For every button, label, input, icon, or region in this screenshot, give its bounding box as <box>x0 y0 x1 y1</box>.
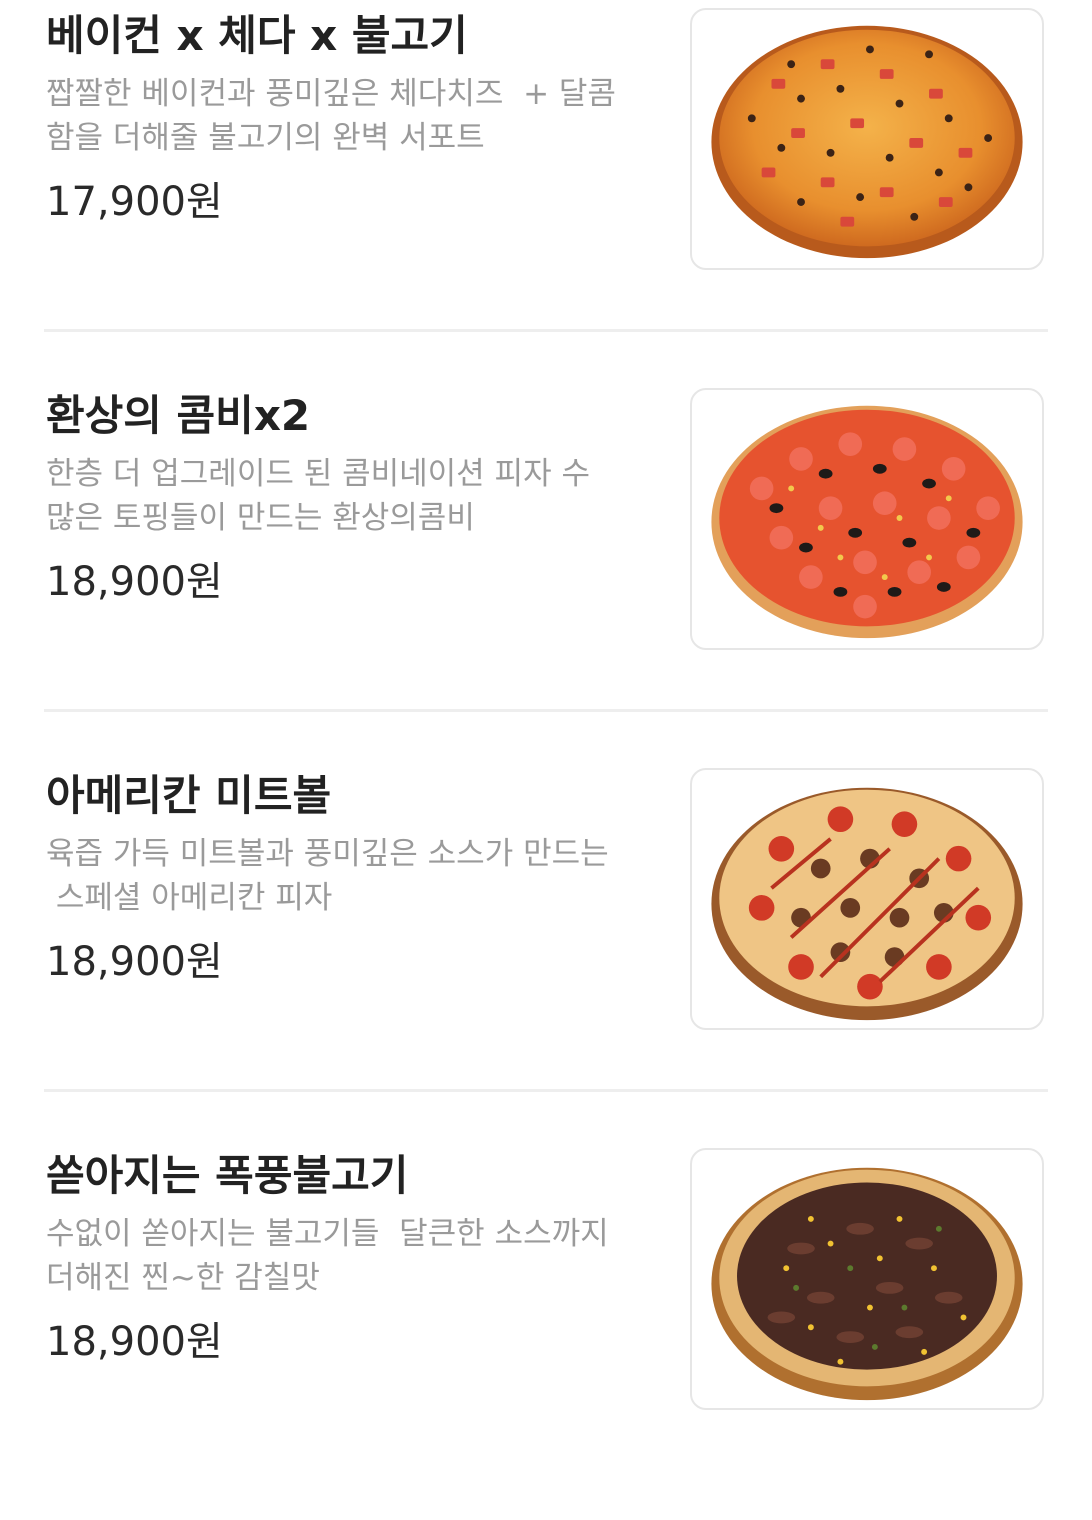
menu-item[interactable]: 베이컨 x 체다 x 불고기 짭짤한 베이컨과 풍미깊은 체다치즈 + 달콤 함… <box>0 0 1092 380</box>
menu-item-description: 수없이 쏟아지는 불고기들 달큰한 소스까지 더해진 찐~한 감칠맛 <box>46 1216 609 1296</box>
divider <box>44 1089 1048 1092</box>
menu-item-description: 육즙 가득 미트볼과 풍미깊은 소스가 만드는 스페셜 아메리칸 피자 <box>46 836 609 916</box>
menu-item-price: 18,900원 <box>46 939 223 985</box>
combination-pizza-image[interactable] <box>690 388 1044 650</box>
menu-item[interactable]: 환상의 콤비x2 한층 더 업그레이드 된 콤비네이션 피자 수 많은 토핑들이… <box>0 380 1092 760</box>
menu-item-name: 아메리칸 미트볼 <box>46 771 332 820</box>
menu-item-description: 한층 더 업그레이드 된 콤비네이션 피자 수 많은 토핑들이 만드는 환상의콤… <box>46 456 590 536</box>
bacon-cheddar-bulgogi-pizza-image[interactable] <box>690 8 1044 270</box>
storm-bulgogi-pizza-image[interactable] <box>690 1148 1044 1410</box>
divider <box>44 709 1048 712</box>
menu-item-price: 18,900원 <box>46 559 223 605</box>
menu-item[interactable]: 쏟아지는 폭풍불고기 수없이 쏟아지는 불고기들 달큰한 소스까지 더해진 찐~… <box>0 1140 1092 1520</box>
menu-item-name: 쏟아지는 폭풍불고기 <box>46 1151 409 1200</box>
menu-item[interactable]: 아메리칸 미트볼 육즙 가득 미트볼과 풍미깊은 소스가 만드는 스페셜 아메리… <box>0 760 1092 1140</box>
menu-item-name: 베이컨 x 체다 x 불고기 <box>46 11 468 60</box>
menu-item-name: 환상의 콤비x2 <box>46 391 311 440</box>
menu-item-description: 짭짤한 베이컨과 풍미깊은 체다치즈 + 달콤 함을 더해줄 불고기의 완벽 서… <box>46 76 616 156</box>
divider <box>44 329 1048 332</box>
menu-item-price: 17,900원 <box>46 179 223 225</box>
american-meatball-pizza-image[interactable] <box>690 768 1044 1030</box>
menu-item-price: 18,900원 <box>46 1319 223 1365</box>
